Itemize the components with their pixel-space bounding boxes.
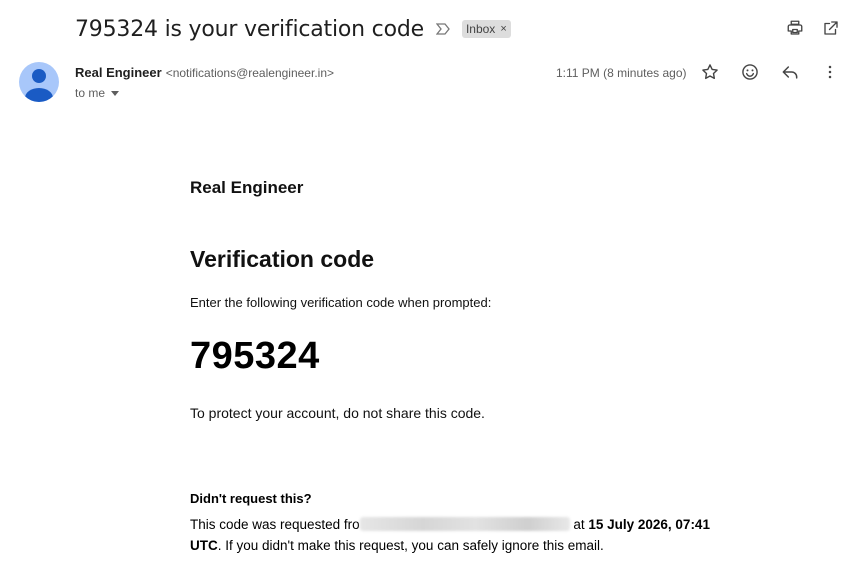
- remove-label-button[interactable]: ×: [500, 23, 506, 35]
- top-actions: [785, 18, 841, 38]
- email-body: Real Engineer Verification code Enter th…: [190, 170, 750, 556]
- redacted-location: [359, 517, 570, 531]
- verification-code: 795324: [190, 335, 320, 377]
- request-info-at: at: [569, 517, 589, 532]
- instruction-text: Enter the following verification code wh…: [190, 295, 492, 310]
- request-info-suffix: . If you didn't make this request, you c…: [217, 538, 604, 553]
- label-chip-inbox: Inbox ×: [461, 20, 511, 38]
- message-actions: [700, 62, 840, 82]
- subject-row: 795324 is your verification code Inbox ×: [75, 14, 511, 44]
- didnt-request-heading: Didn't request this?: [190, 491, 312, 506]
- sender-email: <notifications@realengineer.in>: [165, 66, 334, 80]
- email-timestamp: 1:11 PM (8 minutes ago): [556, 66, 687, 80]
- recipient-details-toggle[interactable]: to me: [75, 86, 120, 100]
- more-vert-icon[interactable]: [820, 62, 840, 82]
- open-in-new-icon[interactable]: [821, 18, 841, 38]
- important-marker-icon[interactable]: [435, 21, 452, 37]
- request-info-paragraph: This code was requested fro at 15 July 2…: [190, 514, 730, 556]
- print-icon[interactable]: [785, 18, 805, 38]
- recipient-label: to me: [75, 86, 106, 100]
- sender-name[interactable]: Real Engineer: [75, 65, 162, 80]
- sender-line: Real Engineer <notifications@realenginee…: [75, 65, 334, 80]
- label-chip-text: Inbox: [465, 22, 496, 36]
- warning-text: To protect your account, do not share th…: [190, 405, 485, 421]
- avatar[interactable]: [19, 62, 59, 102]
- caret-down-icon[interactable]: [111, 90, 120, 96]
- brand-name: Real Engineer: [190, 178, 304, 197]
- emoji-icon[interactable]: [740, 62, 760, 82]
- email-subject: 795324 is your verification code: [75, 16, 424, 42]
- reply-icon[interactable]: [780, 62, 800, 82]
- star-icon[interactable]: [700, 62, 720, 82]
- request-info-prefix: This code was requested fro: [190, 517, 360, 532]
- body-heading: Verification code: [190, 246, 375, 272]
